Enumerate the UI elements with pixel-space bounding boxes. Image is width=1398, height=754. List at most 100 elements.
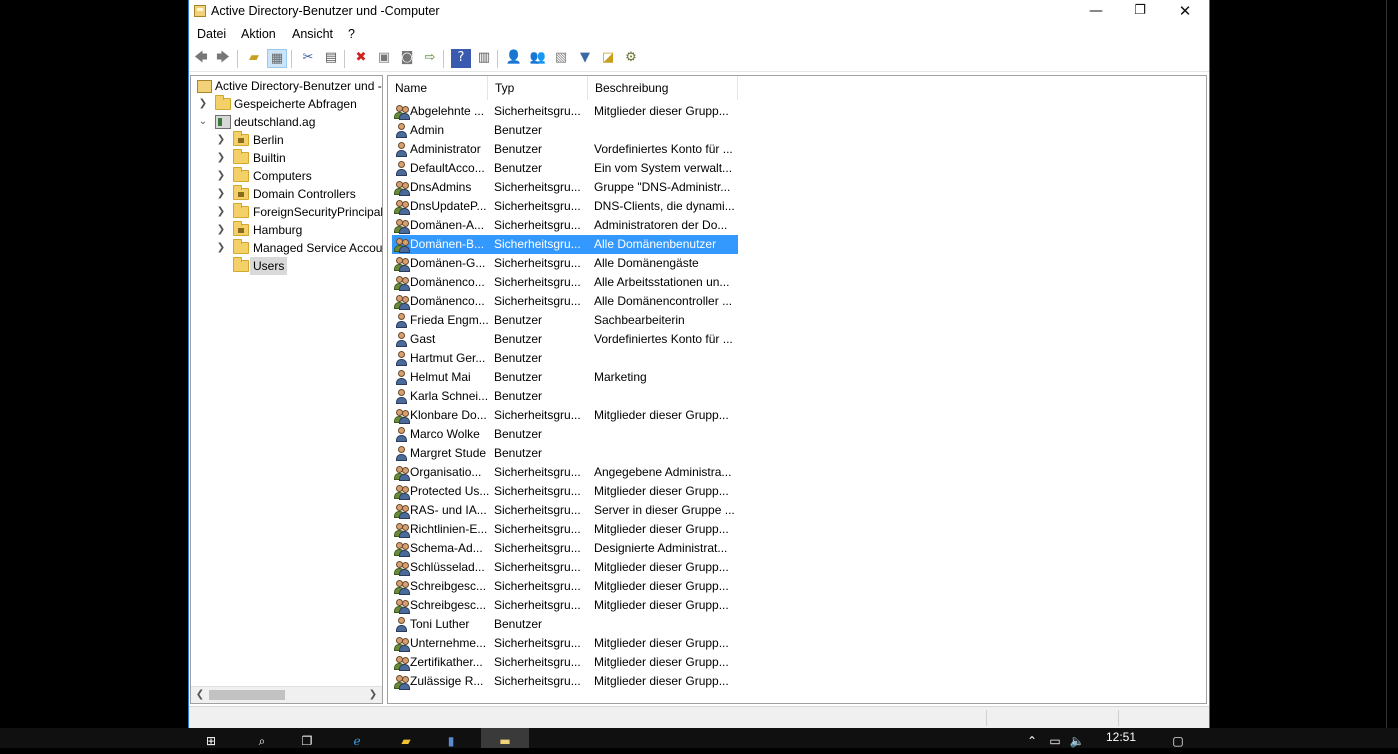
group-icon [394, 674, 410, 690]
search-icon[interactable]: ⌕ [251, 728, 273, 748]
tree-node-domain[interactable]: ⌄ deutschland.ag [195, 113, 382, 131]
list-item[interactable]: Admin Benutzer [392, 121, 738, 140]
find-icon[interactable]: ◪ [598, 49, 618, 68]
forward-icon[interactable]: 🡆 [213, 49, 233, 68]
column-header-type[interactable]: Typ [488, 76, 588, 100]
chevron-right-icon[interactable]: ❯ [198, 95, 208, 113]
menu-help[interactable]: ? [348, 27, 355, 41]
tree-horizontal-scrollbar[interactable]: ❮ ❯ [191, 686, 382, 703]
cut-icon[interactable]: ✂ [298, 49, 318, 68]
group-icon [394, 598, 410, 614]
menu-ansicht[interactable]: Ansicht [292, 27, 333, 41]
column-header-name[interactable]: Name [388, 76, 488, 100]
chevron-right-icon[interactable]: ❯ [216, 239, 226, 257]
tree-node-foreign-security-principals[interactable]: ❯ ForeignSecurityPrincipals [195, 203, 382, 221]
export-icon[interactable]: ⇨ [420, 49, 440, 68]
tree-node-hamburg[interactable]: ❯ Hamburg [195, 221, 382, 239]
scroll-left-icon[interactable]: ❮ [192, 687, 208, 703]
aduc-taskbar-icon[interactable]: ▬ [481, 728, 529, 748]
list-item[interactable]: Domänenco... Sicherheitsgru... Alle Arbeit… [392, 273, 738, 292]
tree-node-computers[interactable]: ❯ Computers [195, 167, 382, 185]
console-tree[interactable]: Active Directory-Benutzer und - ❯ Gespei… [190, 75, 383, 704]
delegate-icon[interactable]: ⚙ [621, 49, 641, 68]
list-item[interactable]: Karla Schnei... Benutzer [392, 387, 738, 406]
scrollbar-thumb[interactable] [209, 690, 285, 700]
list-item[interactable]: Schema-Ad... Sicherheitsgru... Designierte… [392, 539, 738, 558]
details-list[interactable]: Name Typ Beschreibung Abgelehnte ... Sich… [387, 75, 1207, 704]
tree-node-builtin[interactable]: ❯ Builtin [195, 149, 382, 167]
new-group-icon[interactable]: 👥 [528, 49, 548, 68]
menu-aktion[interactable]: Aktion [241, 27, 276, 41]
chevron-right-icon[interactable]: ❯ [216, 167, 226, 185]
list-item[interactable]: Margret Stude Benutzer [392, 444, 738, 463]
list-item[interactable]: Frieda Engm... Benutzer Sachbearbeiterin [392, 311, 738, 330]
list-item[interactable]: Domänen-G... Sicherheitsgru... Alle Domäne… [392, 254, 738, 273]
tree-node-domain-controllers[interactable]: ❯ Domain Controllers [195, 185, 382, 203]
back-icon[interactable]: 🡄 [191, 49, 211, 68]
chevron-right-icon[interactable]: ❯ [216, 131, 226, 149]
list-item[interactable]: Domänenco... Sicherheitsgru... Alle Domäne… [392, 292, 738, 311]
list-item[interactable]: Administrator Benutzer Vordefiniertes Kont… [392, 140, 738, 159]
chevron-right-icon[interactable]: ❯ [216, 221, 226, 239]
refresh-icon[interactable]: ◙ [397, 49, 417, 68]
show-hide-tree-icon[interactable]: ▦ [267, 49, 287, 68]
taskbar-clock[interactable]: 12:51 [1106, 730, 1136, 744]
filter-icon[interactable]: ▼ [575, 49, 595, 68]
tree-node-users[interactable]: Users [195, 257, 382, 275]
title-bar[interactable]: Active Directory-Benutzer und -Computer … [189, 0, 1209, 24]
list-item[interactable]: Helmut Mai Benutzer Marketing [392, 368, 738, 387]
up-folder-icon[interactable]: ▰ [244, 49, 264, 68]
list-item[interactable]: Unternehme... Sicherheitsgru... Mitglieder… [392, 634, 738, 653]
scroll-right-icon[interactable]: ❯ [365, 687, 381, 703]
internet-explorer-icon[interactable]: ℯ [346, 728, 368, 748]
new-ou-icon[interactable]: ▧ [551, 49, 571, 68]
tree-node-berlin[interactable]: ❯ Berlin [195, 131, 382, 149]
column-header-description[interactable]: Beschreibung [588, 76, 738, 100]
list-item[interactable]: Schlüsselad... Sicherheitsgru... Mitgliede… [392, 558, 738, 577]
delete-icon[interactable]: ✖ [351, 49, 371, 68]
list-item[interactable]: Klonbare Do... Sicherheitsgru... Mitgliede… [392, 406, 738, 425]
volume-icon[interactable]: 🔈 [1068, 728, 1086, 748]
chevron-right-icon[interactable]: ❯ [216, 203, 226, 221]
menu-datei[interactable]: Datei [197, 27, 226, 41]
list-item[interactable]: Marco Wolke Benutzer [392, 425, 738, 444]
list-item[interactable]: Zulässige R... Sicherheitsgru... Mitgliede… [392, 672, 738, 691]
tree-node-saved-queries[interactable]: ❯ Gespeicherte Abfragen [195, 95, 382, 113]
start-windows-icon[interactable]: ⊞ [200, 728, 222, 748]
list-item[interactable]: RAS- und IA... Sicherheitsgru... Server in… [392, 501, 738, 520]
list-item[interactable]: Protected Us... Sicherheitsgru... Mitglied… [392, 482, 738, 501]
list-item[interactable]: Schreibgesc... Sicherheitsgru... Mitgliede… [392, 596, 738, 615]
close-button[interactable]: ✕ [1162, 0, 1208, 24]
tree-root[interactable]: Active Directory-Benutzer und - [195, 77, 382, 95]
list-item[interactable]: Domänen-A... Sicherheitsgru... Administrat… [392, 216, 738, 235]
list-item[interactable]: Abgelehnte ... Sicherheitsgru... Mitgliede… [392, 102, 738, 121]
copy-icon[interactable]: ▤ [321, 49, 341, 68]
list-item[interactable]: Organisatio... Sicherheitsgru... Angegeben… [392, 463, 738, 482]
chevron-up-icon[interactable]: ⌃ [1024, 728, 1040, 748]
list-item[interactable]: Domänen-B... Sicherheitsgru... Alle Domäne… [392, 235, 738, 254]
list-item[interactable]: Richtlinien-E... Sicherheitsgru... Mitglie… [392, 520, 738, 539]
list-item[interactable]: Toni Luther Benutzer [392, 615, 738, 634]
new-user-icon[interactable]: 👤 [504, 49, 524, 68]
list-item[interactable]: DefaultAcco... Benutzer Ein vom System ver… [392, 159, 738, 178]
chevron-right-icon[interactable]: ❯ [216, 149, 226, 167]
list-item[interactable]: Schreibgesc... Sicherheitsgru... Mitgliede… [392, 577, 738, 596]
help-icon[interactable]: ? [451, 49, 471, 68]
server-manager-icon[interactable]: ▮ [440, 728, 462, 748]
file-explorer-icon[interactable]: ▰ [395, 728, 417, 748]
list-item[interactable]: Zertifikather... Sicherheitsgru... Mitglie… [392, 653, 738, 672]
chevron-right-icon[interactable]: ❯ [216, 185, 226, 203]
console-icon[interactable]: ▥ [474, 49, 494, 68]
list-item[interactable]: Gast Benutzer Vordefiniertes Konto für ... [392, 330, 738, 349]
task-view-icon[interactable]: ❐ [296, 728, 318, 748]
notifications-icon[interactable]: ▢ [1168, 728, 1188, 748]
network-icon[interactable]: ▭ [1046, 728, 1064, 748]
tree-node-managed-service-accounts[interactable]: ❯ Managed Service Accounts [195, 239, 382, 257]
list-item[interactable]: Hartmut Ger... Benutzer [392, 349, 738, 368]
list-item[interactable]: DnsUpdateP... Sicherheitsgru... DNS-Client… [392, 197, 738, 216]
properties-icon[interactable]: ▣ [374, 49, 394, 68]
chevron-down-icon[interactable]: ⌄ [198, 113, 208, 131]
minimize-button[interactable]: — [1073, 0, 1119, 24]
restore-button[interactable]: ❐ [1117, 0, 1163, 24]
list-item[interactable]: DnsAdmins Sicherheitsgru... Gruppe "DNS-Ad… [392, 178, 738, 197]
